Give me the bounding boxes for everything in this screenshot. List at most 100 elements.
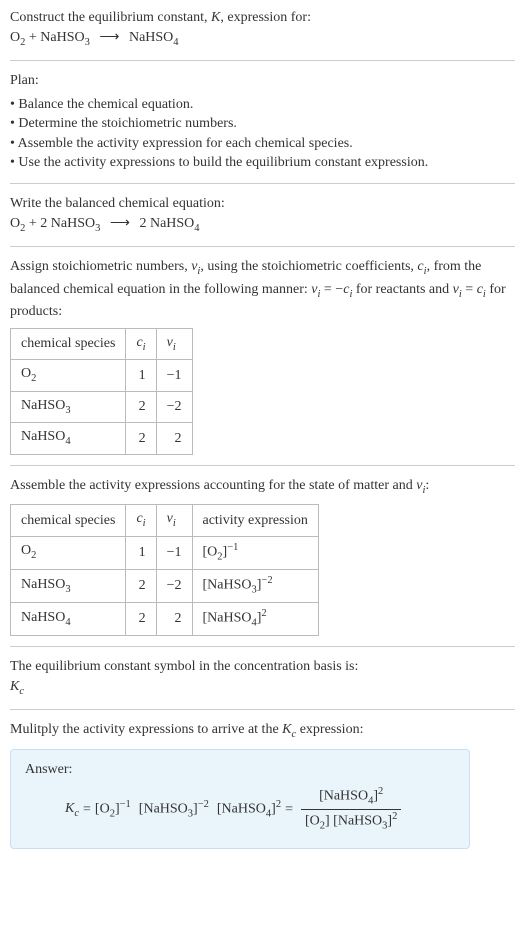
table-header-row: chemical species ci νi [11,328,193,359]
cell-species: NaHSO3 [11,569,126,602]
symbol-line1: The equilibrium constant symbol in the c… [10,657,515,677]
prompt-block: Construct the equilibrium constant, K, e… [10,8,515,50]
stoich-block: Assign stoichiometric numbers, νi , using… [10,257,515,455]
col-species: chemical species [11,505,126,536]
ax-a: [NaHSO [203,577,252,592]
reactant-2-sub: 3 [85,36,90,47]
activity-intro: Assemble the activity expressions accoun… [10,476,515,498]
cell-ci: 2 [126,602,156,635]
prompt-K: K [211,10,220,25]
reactant-1-base: O [10,30,20,45]
balanced-equation: O2 + 2 NaHSO3 ⟶ 2 NaHSO4 [10,214,515,236]
d1-a: [O [305,814,320,829]
cell-vi: 2 [156,423,192,454]
col-species: chemical species [11,328,126,359]
kc-k: K [282,722,291,737]
reactant-2: NaHSO3 [40,30,90,45]
act-text: Assemble the activity expressions accoun… [10,478,416,493]
plan-item: Use the activity expressions to build th… [10,153,515,173]
equals-sign: = [83,800,91,820]
sp-base: NaHSO [21,577,65,592]
table-row: NaHSO3 2 −2 [11,391,193,422]
cell-vi: −2 [156,391,192,422]
multiply-block: Mulitply the activity expressions to arr… [10,720,515,742]
bal-reactant-1: O2 [10,216,25,231]
sp-base: O [21,366,31,381]
stoich-text: , using the stoichiometric coefficients, [200,259,417,274]
t-exp: −2 [198,799,209,810]
bal-r2-sub: 3 [95,222,100,233]
stoich-text: Assign stoichiometric numbers, [10,259,191,274]
product-1-base: NaHSO [129,30,173,45]
cell-species: NaHSO3 [11,391,126,422]
sp-sub: 4 [65,436,70,447]
cell-vi: −1 [156,536,192,569]
cell-ci: 1 [126,536,156,569]
sp-sub: 4 [65,617,70,628]
n-a: [NaHSO [319,789,368,804]
stoich-intro: Assign stoichiometric numbers, νi, using… [10,257,515,322]
bal-p1-sub: 4 [194,222,199,233]
divider [10,246,515,247]
ax-exp: −1 [227,542,238,553]
cell-vi: −2 [156,569,192,602]
ax-a: [O [203,544,218,559]
plus-sign: + [25,30,40,45]
kc-k: K [65,801,74,816]
t-a: [NaHSO [139,801,188,816]
plan-item: Determine the stoichiometric numbers. [10,114,515,134]
t-exp: −1 [120,799,131,810]
ax-exp: −2 [261,575,272,586]
answer-fraction: [NaHSO4]2 [O2] [NaHSO3]2 [301,785,401,834]
cell-activity: [NaHSO3]−2 [192,569,318,602]
act-text: : [425,478,429,493]
cell-species: NaHSO4 [11,602,126,635]
divider [10,646,515,647]
product-1: NaHSO4 [129,30,179,45]
sp-sub: 2 [31,373,36,384]
col-ci: ci [126,328,156,359]
bal-plus: + 2 [25,216,50,231]
n-exp: 2 [378,786,383,797]
stoich-table: chemical species ci νi O2 1 −1 NaHSO3 2 … [10,328,193,455]
mult-text: expression: [296,722,363,737]
kc-sub: c [74,807,79,818]
reactant-1: O2 [10,30,25,45]
d1-c: ] [325,814,333,829]
balanced-title: Write the balanced chemical equation: [10,194,515,214]
bal-reactant-2: NaHSO3 [51,216,101,231]
rel-eq: = − [320,282,343,297]
answer-kc: Kc [65,799,79,821]
sp-sub: 3 [65,583,70,594]
cell-ci: 1 [126,360,156,391]
sp-base: NaHSO [21,610,65,625]
col-vi: νi [156,328,192,359]
divider [10,60,515,61]
sp-sub: 2 [31,550,36,561]
table-row: NaHSO4 2 2 [NaHSO4]2 [11,602,319,635]
plan-item: Balance the chemical equation. [10,95,515,115]
divider [10,709,515,710]
reaction-arrow-icon: ⟶ [104,216,136,231]
kc-sub: c [19,685,24,696]
table-row: NaHSO4 2 2 [11,423,193,454]
term-nahso4: [NaHSO4]2 [217,798,281,822]
fraction-denominator: [O2] [NaHSO3]2 [301,809,401,834]
table-row: NaHSO3 2 −2 [NaHSO3]−2 [11,569,319,602]
bal-r1-base: O [10,216,20,231]
t-a: [NaHSO [217,801,266,816]
symbol-block: The equilibrium constant symbol in the c… [10,657,515,699]
prompt-line1: Construct the equilibrium constant, K, e… [10,8,515,28]
kc-k: K [10,679,19,694]
plan-list: Balance the chemical equation. Determine… [10,95,515,173]
ax-exp: 2 [261,608,266,619]
vi-sub: i [173,518,176,529]
d2-exp: 2 [392,811,397,822]
vi-sub: i [173,341,176,352]
reactant-2-base: NaHSO [40,30,84,45]
cell-species: O2 [11,536,126,569]
table-row: O2 1 −1 [O2]−1 [11,536,319,569]
divider [10,183,515,184]
bal-r2-base: NaHSO [51,216,95,231]
cell-ci: 2 [126,569,156,602]
